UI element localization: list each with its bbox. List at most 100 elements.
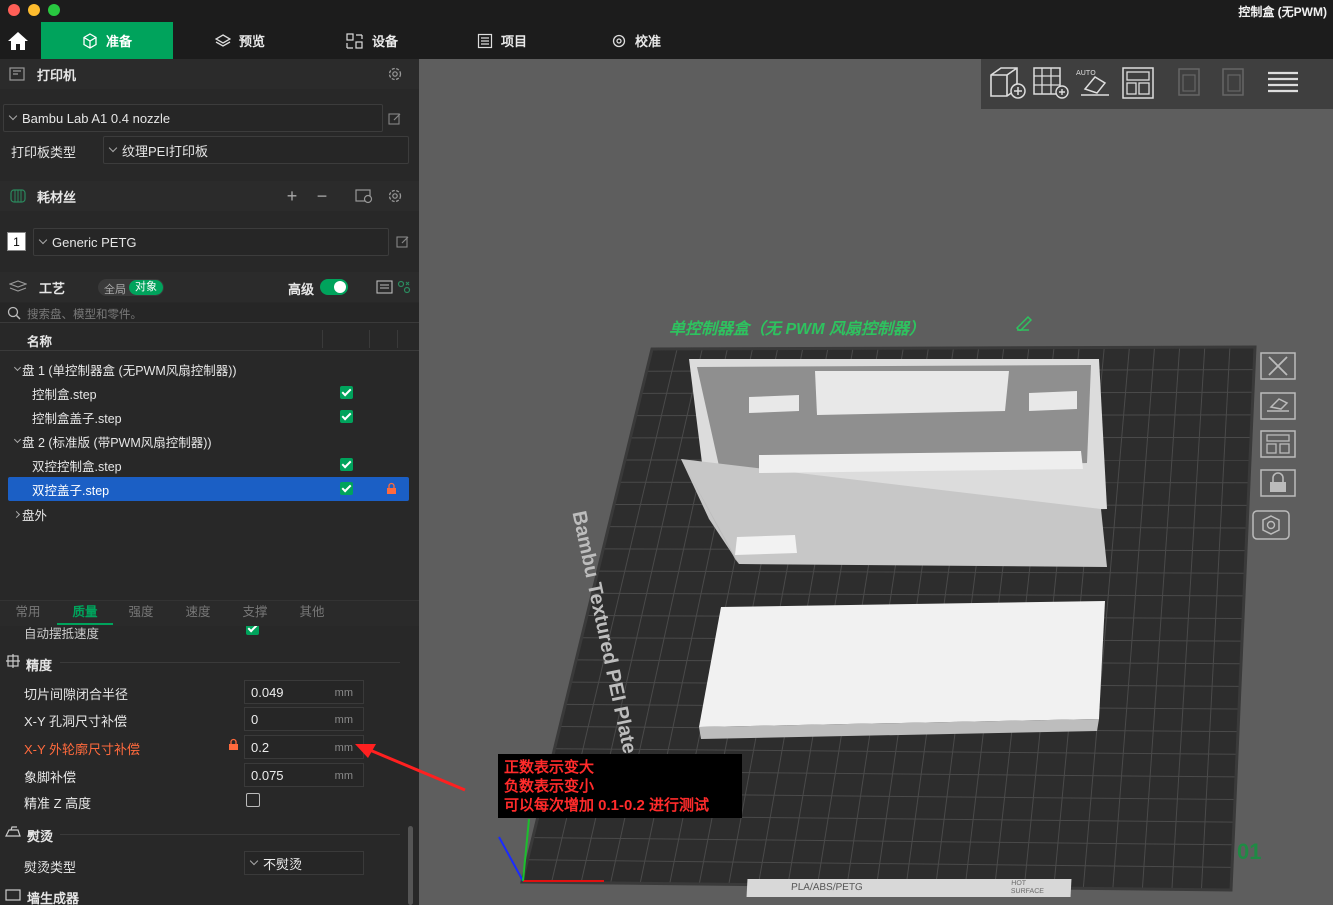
edit-printer-preset-icon[interactable] xyxy=(386,110,404,128)
layers-icon xyxy=(214,33,231,47)
printer-preset-select[interactable]: Bambu Lab A1 0.4 nozzle xyxy=(3,104,383,132)
filament-settings-gear-icon[interactable] xyxy=(386,187,404,205)
param-tab-other[interactable]: 其他 xyxy=(284,601,340,623)
printer-preset-value: Bambu Lab A1 0.4 nozzle xyxy=(22,110,171,126)
param-scrollbar[interactable] xyxy=(408,826,413,905)
add-cube-icon[interactable] xyxy=(987,65,1027,101)
plate-settings-icon[interactable] xyxy=(1251,509,1291,541)
tree-plate-label: 盘外 xyxy=(22,508,48,523)
xy-contour-input[interactable]: 0.2 mm xyxy=(244,735,364,759)
filament-preset-select[interactable]: Generic PETG xyxy=(33,228,389,256)
search-placeholder: 搜索盘、模型和零件。 xyxy=(27,309,142,321)
grid-arrange-icon[interactable] xyxy=(1031,65,1071,101)
edit-plate-name-icon[interactable] xyxy=(1015,315,1033,331)
wall-generator-icon xyxy=(5,889,21,901)
close-icon[interactable] xyxy=(1259,351,1297,381)
svg-text:AUTO: AUTO xyxy=(1076,69,1096,77)
xy-hole-input[interactable]: 0 mm xyxy=(244,707,364,731)
lock-icon[interactable] xyxy=(228,738,239,751)
precise-z-checkbox[interactable] xyxy=(246,793,260,807)
plate-type-select[interactable]: 纹理PEI打印板 xyxy=(103,136,409,164)
plate-layout-icon[interactable] xyxy=(1259,429,1297,459)
auto-orient-icon[interactable]: AUTO xyxy=(1075,65,1115,101)
layout-icon[interactable] xyxy=(1119,65,1159,101)
xy-contour-label: X-Y 外轮廓尺寸补偿 xyxy=(24,742,141,757)
process-compare-icon[interactable] xyxy=(396,278,412,296)
process-list-icon[interactable] xyxy=(375,278,395,296)
param-tab-common[interactable]: 常用 xyxy=(0,601,56,623)
printer-section-header: 打印机 xyxy=(0,59,419,89)
add-filament-icon[interactable]: + xyxy=(283,186,301,206)
tree-outside-plate[interactable]: 盘外 xyxy=(0,502,419,526)
filament-sync-icon[interactable] xyxy=(354,187,374,205)
tree-plate-1[interactable]: 盘 1 (单控制器盒 (无PWM风扇控制器)) xyxy=(0,357,419,381)
object-visible-checkbox[interactable] xyxy=(340,482,353,495)
chevron-down-icon xyxy=(38,235,48,245)
name-column-header: 名称 xyxy=(27,335,53,349)
copy-icon[interactable] xyxy=(1169,65,1209,101)
menu-icon[interactable] xyxy=(1263,65,1303,101)
wall-generator-header: 墙生成器 xyxy=(27,891,80,905)
home-icon[interactable] xyxy=(6,30,32,52)
minimize-window-button[interactable] xyxy=(28,4,40,16)
annotation-line-1: 正数表示变大 xyxy=(504,759,595,776)
elephant-foot-input[interactable]: 0.075 mm xyxy=(244,763,364,787)
tab-project[interactable]: 项目 xyxy=(462,22,542,59)
filament-icon xyxy=(9,189,27,203)
ironing-type-value: 不熨烫 xyxy=(263,856,303,872)
window-title: 控制盒 (无PWM) xyxy=(1238,5,1327,19)
slice-gap-input[interactable]: 0.049 mm xyxy=(244,680,364,704)
partial-param-checkbox[interactable] xyxy=(246,626,259,635)
tab-prepare[interactable]: 准备 xyxy=(41,22,173,59)
tree-plate-2[interactable]: 盘 2 (标准版 (带PWM风扇控制器)) xyxy=(0,429,419,453)
tab-calibrate[interactable]: 校准 xyxy=(596,22,676,59)
plate-number: 01 xyxy=(1237,839,1262,864)
remove-filament-icon[interactable]: − xyxy=(313,186,331,206)
close-window-button[interactable] xyxy=(8,4,20,16)
object-visible-checkbox[interactable] xyxy=(340,386,353,399)
param-tab-speed[interactable]: 速度 xyxy=(170,601,226,623)
filament-slot-badge[interactable]: 1 xyxy=(7,232,26,251)
left-sidebar: 打印机 Bambu Lab A1 0.4 nozzle 打印板类型 纹理PEI打… xyxy=(0,59,419,905)
maximize-window-button[interactable] xyxy=(48,4,60,16)
param-tab-strength[interactable]: 强度 xyxy=(113,601,169,623)
process-layers-icon xyxy=(8,280,28,294)
plate-title[interactable]: 单控制器盒（无 PWM 风扇控制器） xyxy=(669,315,925,339)
object-visible-checkbox[interactable] xyxy=(340,458,353,471)
tree-object-item[interactable]: 控制盒盖子.step xyxy=(0,405,419,429)
xy-contour-value: 0.2 xyxy=(251,739,270,755)
xy-hole-value: 0 xyxy=(251,711,259,727)
search-icon xyxy=(7,306,21,320)
tab-label: 项目 xyxy=(500,34,527,49)
plate-orient-icon[interactable] xyxy=(1259,391,1297,421)
z-axis xyxy=(498,836,524,882)
tree-object-item[interactable]: 控制盒.step xyxy=(0,381,419,405)
chevron-right-icon xyxy=(12,510,21,518)
scope-object-option[interactable]: 对象 xyxy=(129,280,163,295)
tab-label: 校准 xyxy=(634,34,661,49)
param-tab-support[interactable]: 支撑 xyxy=(227,601,283,623)
ironing-type-select[interactable]: 不熨烫 xyxy=(244,851,364,875)
elephant-foot-label: 象脚补偿 xyxy=(24,770,77,785)
printer-settings-gear-icon[interactable] xyxy=(386,65,404,83)
lock-icon[interactable] xyxy=(386,482,397,495)
tree-object-item[interactable]: 双控控制盒.step xyxy=(0,453,419,477)
advanced-toggle[interactable] xyxy=(320,279,348,295)
object-visible-checkbox[interactable] xyxy=(340,410,353,423)
filament-preset-value: Generic PETG xyxy=(52,234,137,250)
tree-object-item-selected[interactable]: 双控盖子.step xyxy=(8,477,409,501)
chevron-down-icon xyxy=(108,143,118,153)
process-search-bar[interactable]: 搜索盘、模型和零件。 xyxy=(0,303,419,323)
param-scroll-area: 自动摆抵速度 精度 切片间隙闭合半径 0.049 mm X-Y 孔洞尺寸补偿 0 m… xyxy=(0,626,419,905)
plate-strip-hot: HOT SURFACE xyxy=(1010,880,1045,895)
tab-device[interactable]: 设备 xyxy=(332,22,412,59)
edit-filament-preset-icon[interactable] xyxy=(394,233,412,251)
param-tab-quality[interactable]: 质量 xyxy=(57,601,113,625)
scope-global-option[interactable]: 全局 xyxy=(104,281,126,297)
advanced-label: 高级 xyxy=(288,282,315,297)
tab-preview[interactable]: 预览 xyxy=(200,22,280,59)
precision-crosshair-icon xyxy=(6,654,20,668)
filament-section-label: 耗材丝 xyxy=(37,189,77,205)
paste-icon[interactable] xyxy=(1213,65,1253,101)
plate-lock-icon[interactable] xyxy=(1259,468,1297,498)
